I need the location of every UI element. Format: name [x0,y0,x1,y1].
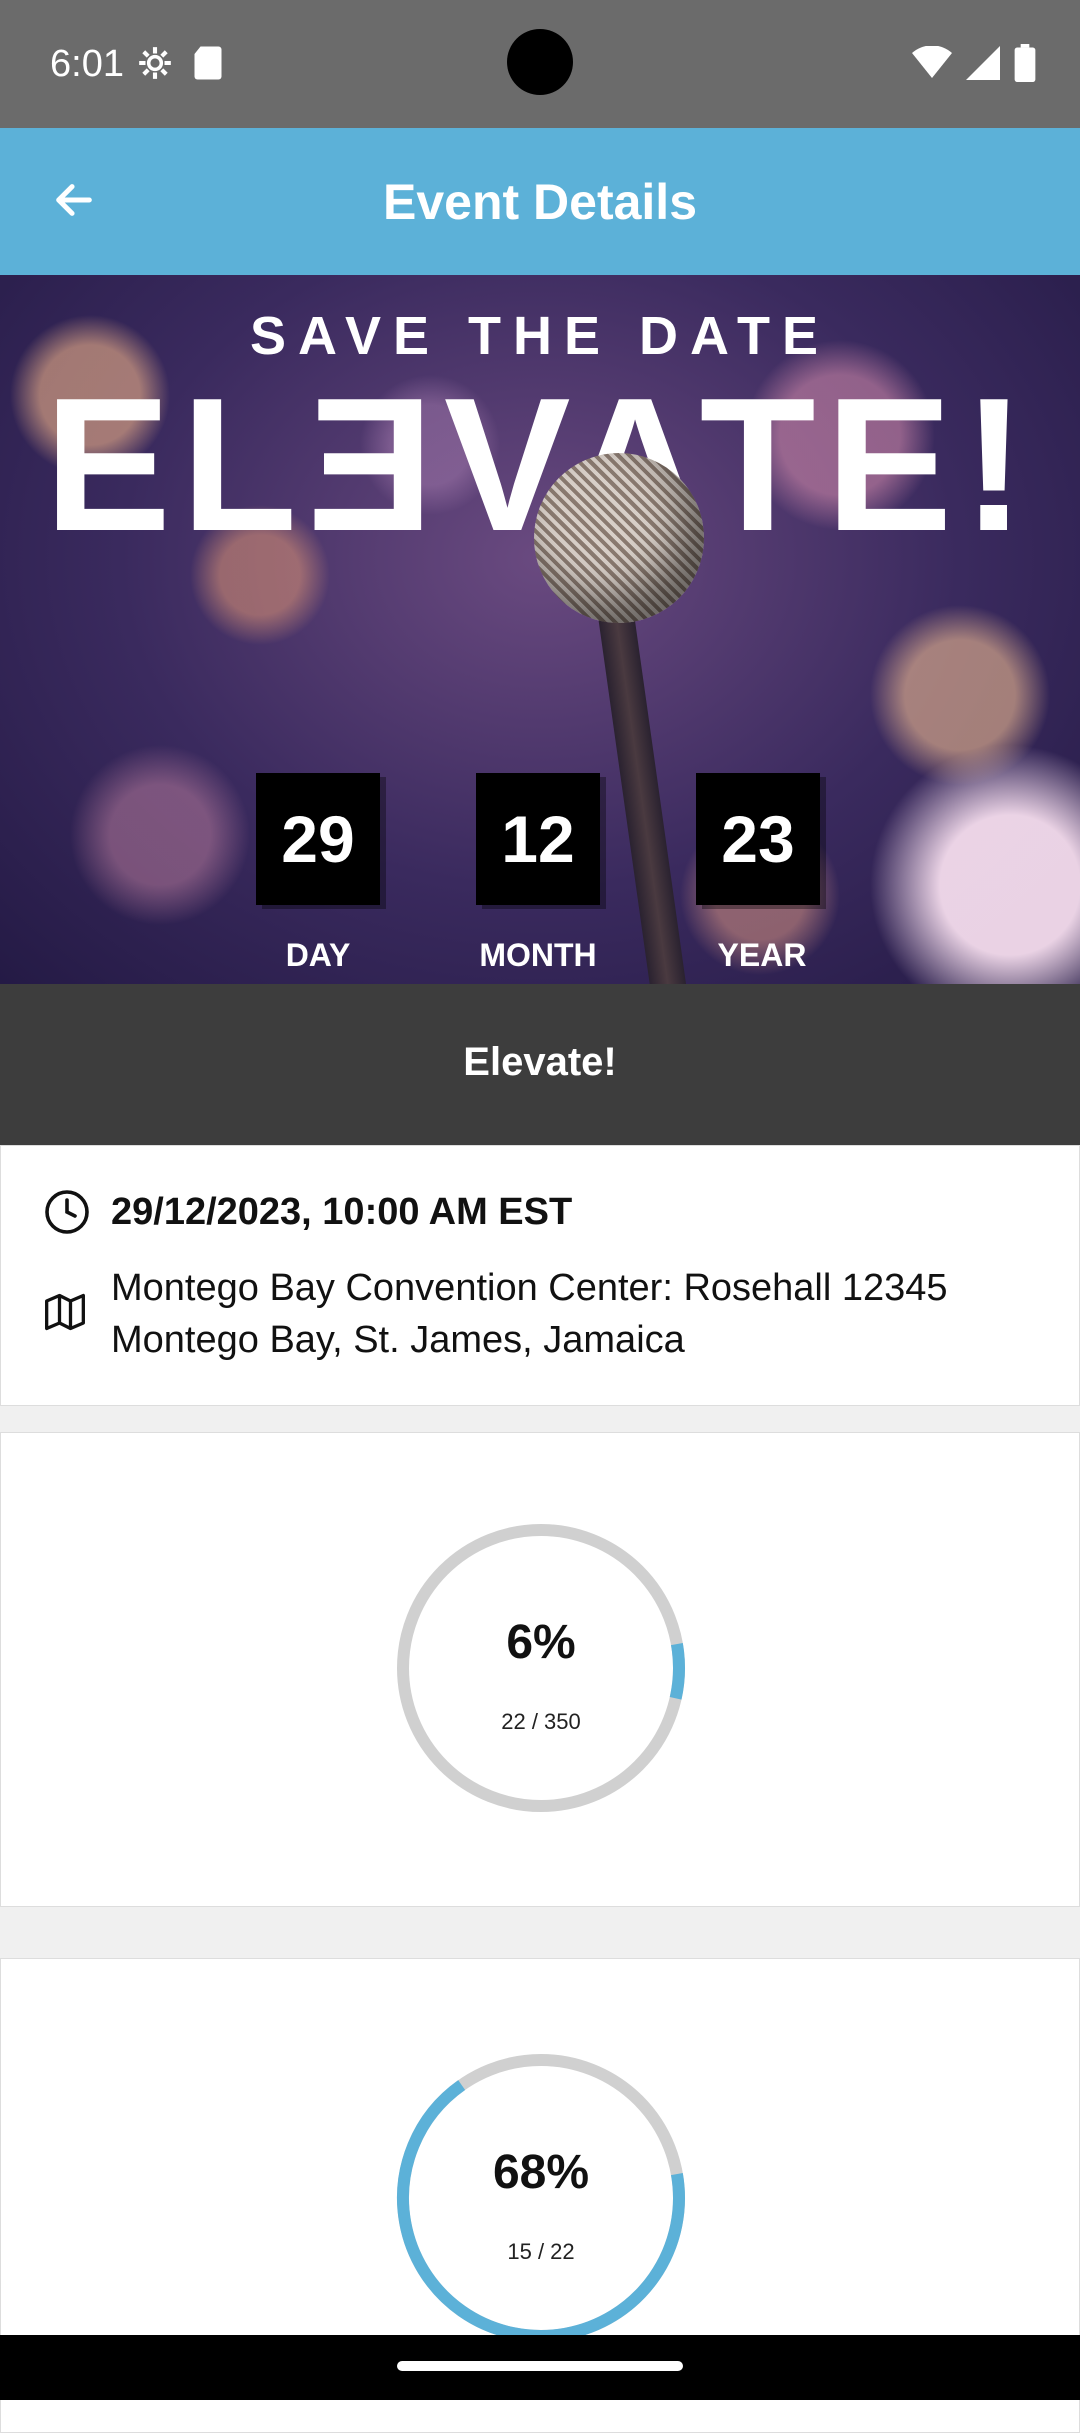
page-title: Event Details [382,174,697,230]
event-name: Elevate! [463,1040,617,1084]
home-gesture-handle[interactable] [397,2361,683,2371]
event-datetime-row: 29/12/2023, 10:00 AM EST [43,1186,572,1238]
event-name-bar: Elevate! [0,984,1080,1145]
signal-icon [966,46,1000,85]
camera-cutout [507,29,573,95]
sd-card-icon [192,45,224,86]
app-bar: Event Details [0,128,1080,275]
event-location-row: Montego Bay Convention Center: Rosehall … [43,1262,948,1366]
status-bar: 6:01 [0,0,1080,128]
system-navigation-bar [0,2335,1080,2400]
map-icon [43,1290,91,1338]
status-left-icons [136,44,224,87]
attendance-progress-card: 6% 22 / 350 [0,1432,1080,1907]
event-location-line1: Montego Bay Convention Center: Rosehall … [111,1267,948,1309]
event-location-line2: Montego Bay, St. James, Jamaica [111,1319,685,1361]
mic-stand [598,612,687,984]
date-month-box: 12 [476,773,600,905]
status-right-icons [912,44,1036,87]
date-month-label: MONTH [479,937,597,973]
progress-count: 15 / 22 [507,2239,575,2264]
progress-percent: 6% [506,1616,576,1669]
event-banner-image: SAVE THE DATE ELƎVATE! 29 12 23 DAY MONT… [0,275,1080,984]
battery-icon [1014,44,1036,87]
date-day-label: DAY [285,937,351,973]
banner-headline: SAVE THE DATE [249,306,831,366]
progress-percent: 68% [492,2146,590,2199]
date-year-label: YEAR [717,937,807,973]
event-location: Montego Bay Convention Center: Rosehall … [111,1262,948,1366]
progress-ring: 6% 22 / 350 [396,1523,686,1813]
microphone-image [534,453,704,623]
status-time: 6:01 [50,43,124,85]
clock-icon [43,1188,91,1236]
date-day-box: 29 [256,773,380,905]
settings-icon [136,44,174,87]
date-year-box: 23 [696,773,820,905]
wifi-icon [912,45,952,85]
event-datetime: 29/12/2023, 10:00 AM EST [111,1191,573,1233]
event-info-card: 29/12/2023, 10:00 AM EST Montego Bay Con… [0,1145,1080,1406]
progress-ring: 68% 15 / 22 [396,2053,686,2343]
progress-count: 22 / 350 [501,1709,581,1734]
